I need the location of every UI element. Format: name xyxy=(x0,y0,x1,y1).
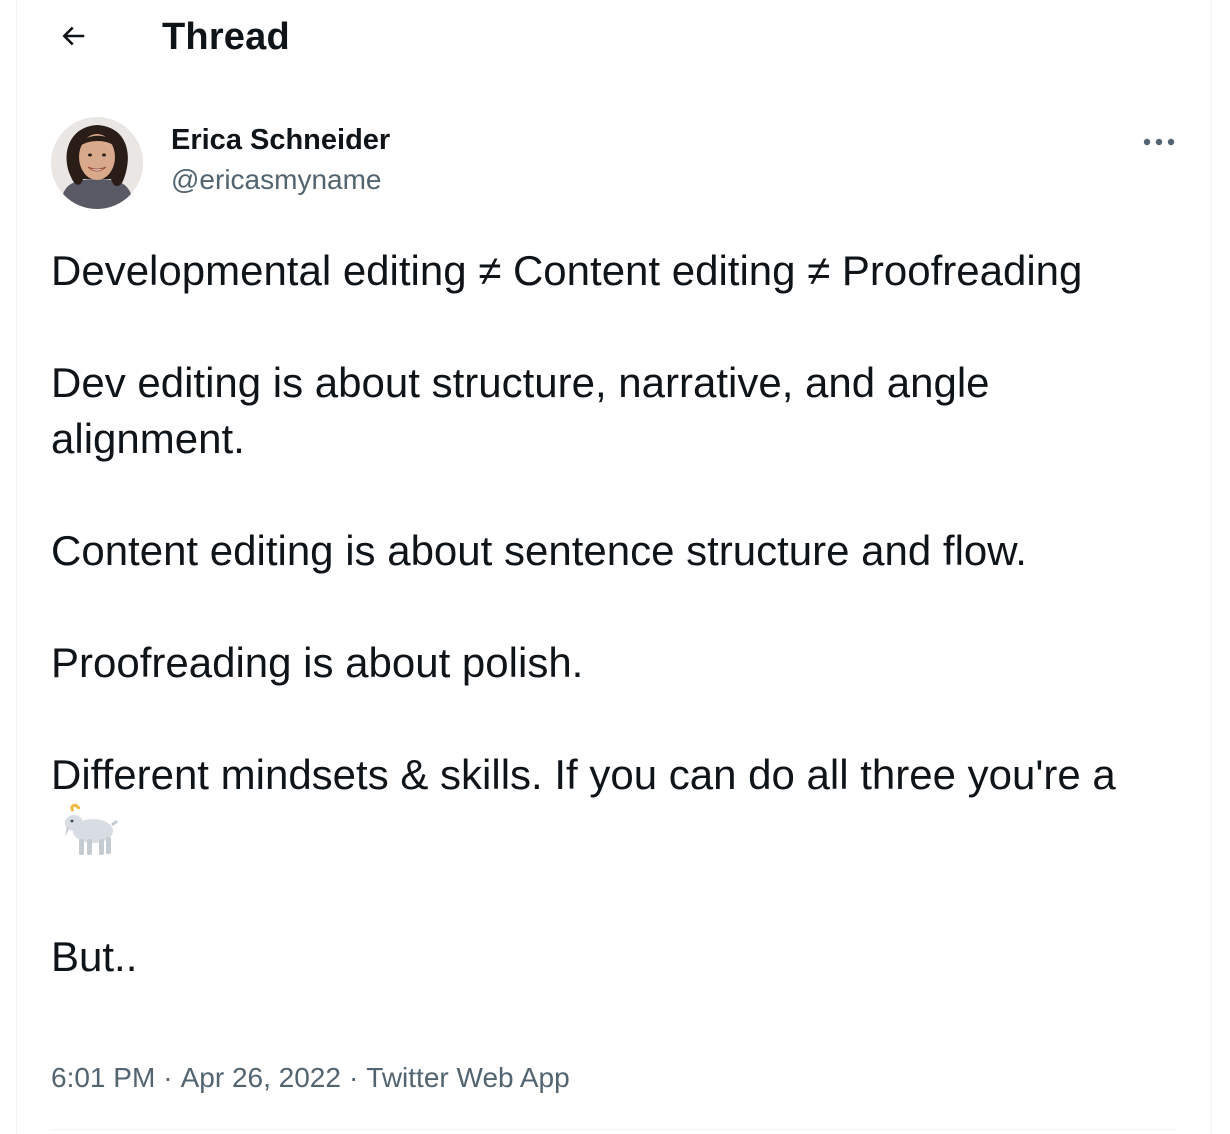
back-button[interactable] xyxy=(51,14,95,58)
thread-header: Thread xyxy=(17,0,1211,78)
tweet-paragraph: Developmental editing ≠ Content editing … xyxy=(51,247,1083,294)
tweet-paragraph: Dev editing is about structure, narrativ… xyxy=(51,359,990,462)
tweet-author: Erica Schneider @ericasmyname xyxy=(51,117,1211,212)
tweet-meta: 6:01 PM · Apr 26, 2022 · Twitter Web App xyxy=(51,1058,570,1098)
tweet-text: Developmental editing ≠ Content editing … xyxy=(51,243,1181,985)
divider xyxy=(51,1129,1177,1130)
meta-separator: · xyxy=(348,1062,359,1093)
tweet-source: Twitter Web App xyxy=(366,1062,570,1093)
tweet-paragraph-with-emoji: Different mindsets & skills. If you can … xyxy=(51,747,1181,873)
more-button[interactable] xyxy=(1137,124,1181,160)
author-handle[interactable]: @ericasmyname xyxy=(171,162,381,198)
tweet-date-link[interactable]: Apr 26, 2022 xyxy=(181,1062,341,1093)
meta-separator: · xyxy=(163,1062,173,1093)
goat-emoji xyxy=(59,803,119,873)
avatar-photo xyxy=(51,117,143,209)
avatar[interactable] xyxy=(51,117,143,209)
more-horizontal-icon xyxy=(1143,138,1175,146)
arrow-left-icon xyxy=(62,26,85,46)
author-name[interactable]: Erica Schneider xyxy=(171,122,390,158)
thread-column: Thread Erica Schneider @ericasmyname Dev xyxy=(16,0,1212,1134)
tweet-paragraph: Different mindsets & skills. If you can … xyxy=(51,751,1116,798)
page-title: Thread xyxy=(162,16,290,58)
tweet-time-link[interactable]: 6:01 PM xyxy=(51,1062,155,1093)
tweet-paragraph: Content editing is about sentence struct… xyxy=(51,527,1027,574)
tweet-paragraph: But.. xyxy=(51,933,138,980)
tweet-paragraph: Proofreading is about polish. xyxy=(51,639,584,686)
